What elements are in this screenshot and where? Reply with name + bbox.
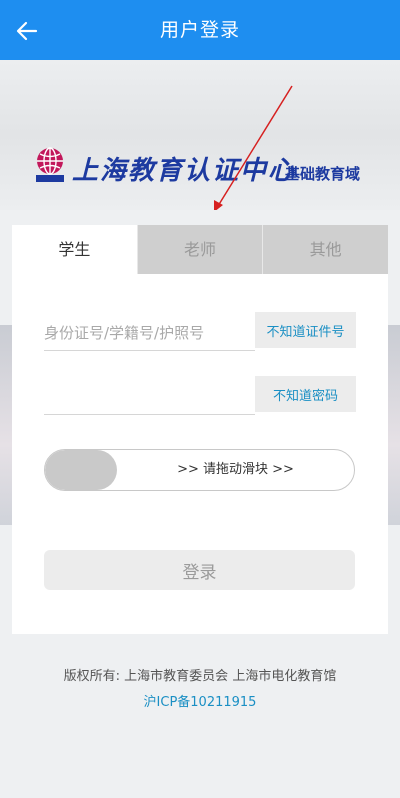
- password-field-row: 不知道密码: [44, 376, 356, 415]
- copyright-text: 版权所有: 上海市教育委员会 上海市电化教育馆: [63, 669, 337, 684]
- captcha-slider: >> 请拖动滑块 >>: [44, 449, 355, 491]
- forgot-password-button[interactable]: 不知道密码: [255, 376, 356, 412]
- login-button[interactable]: 登录: [44, 550, 355, 590]
- annotation-arrow-icon: [214, 85, 293, 210]
- background-decoration-left: [0, 325, 12, 525]
- password-input[interactable]: [44, 379, 255, 415]
- banner: 上海教育认证中心 基础教育域: [0, 60, 400, 210]
- background-decoration-right: [388, 325, 400, 525]
- slider-handle[interactable]: [45, 450, 117, 490]
- slider-hint: >> 请拖动滑块 >>: [177, 462, 294, 477]
- top-bar: 用户登录: [0, 0, 400, 60]
- tab-other[interactable]: 其他: [262, 225, 389, 274]
- page-title: 用户登录: [159, 19, 240, 41]
- role-tabs: 学生 老师 其他: [12, 225, 389, 274]
- tab-teacher[interactable]: 老师: [136, 225, 263, 274]
- login-card: 学生 老师 其他 不知道证件号 不知道密码 >> 请拖动滑块 >> 登录: [12, 225, 389, 634]
- icp-link[interactable]: 沪ICP备10211915: [0, 691, 400, 710]
- id-field-row: 不知道证件号: [44, 312, 356, 351]
- id-number-input[interactable]: [44, 315, 255, 351]
- forgot-id-button[interactable]: 不知道证件号: [255, 312, 356, 348]
- tab-student[interactable]: 学生: [12, 225, 137, 274]
